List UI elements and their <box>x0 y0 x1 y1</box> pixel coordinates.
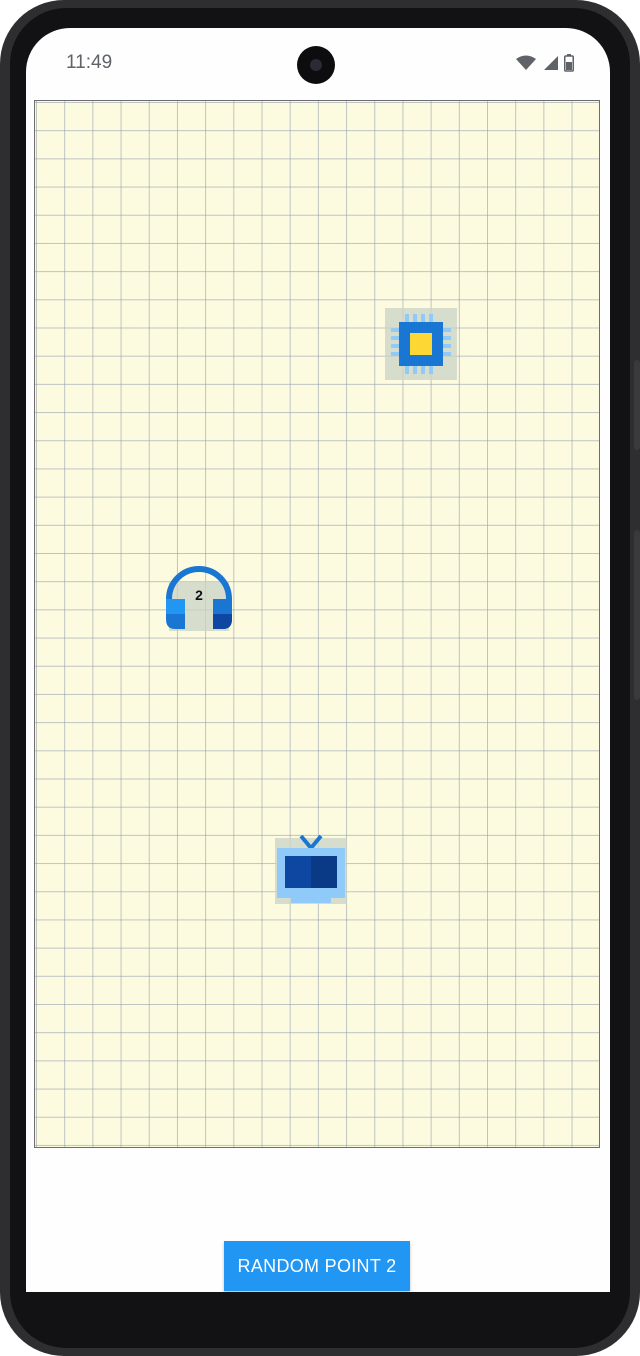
cellular-signal-icon <box>544 56 558 70</box>
wifi-icon <box>516 55 536 70</box>
status-time: 11:49 <box>66 52 113 73</box>
front-camera <box>297 46 335 84</box>
screen: 11:49 2 RANDOM POINT 2 <box>26 28 610 1328</box>
marker-tv[interactable] <box>275 834 347 906</box>
marker-cpu[interactable] <box>385 308 457 380</box>
status-bar: 11:49 <box>26 28 610 98</box>
marker-number-label: 2 <box>195 587 203 603</box>
cpu-chip-icon <box>385 308 457 380</box>
volume-button <box>634 360 640 450</box>
random-point-button[interactable]: RANDOM POINT 2 <box>224 1241 410 1291</box>
tv-icon <box>275 834 347 904</box>
status-icons <box>516 54 574 72</box>
grid-canvas[interactable]: 2 <box>34 100 600 1148</box>
power-button <box>634 530 640 700</box>
battery-icon <box>564 54 574 72</box>
marker-headphones[interactable]: 2 <box>163 559 235 631</box>
navigation-bar <box>26 1292 610 1328</box>
